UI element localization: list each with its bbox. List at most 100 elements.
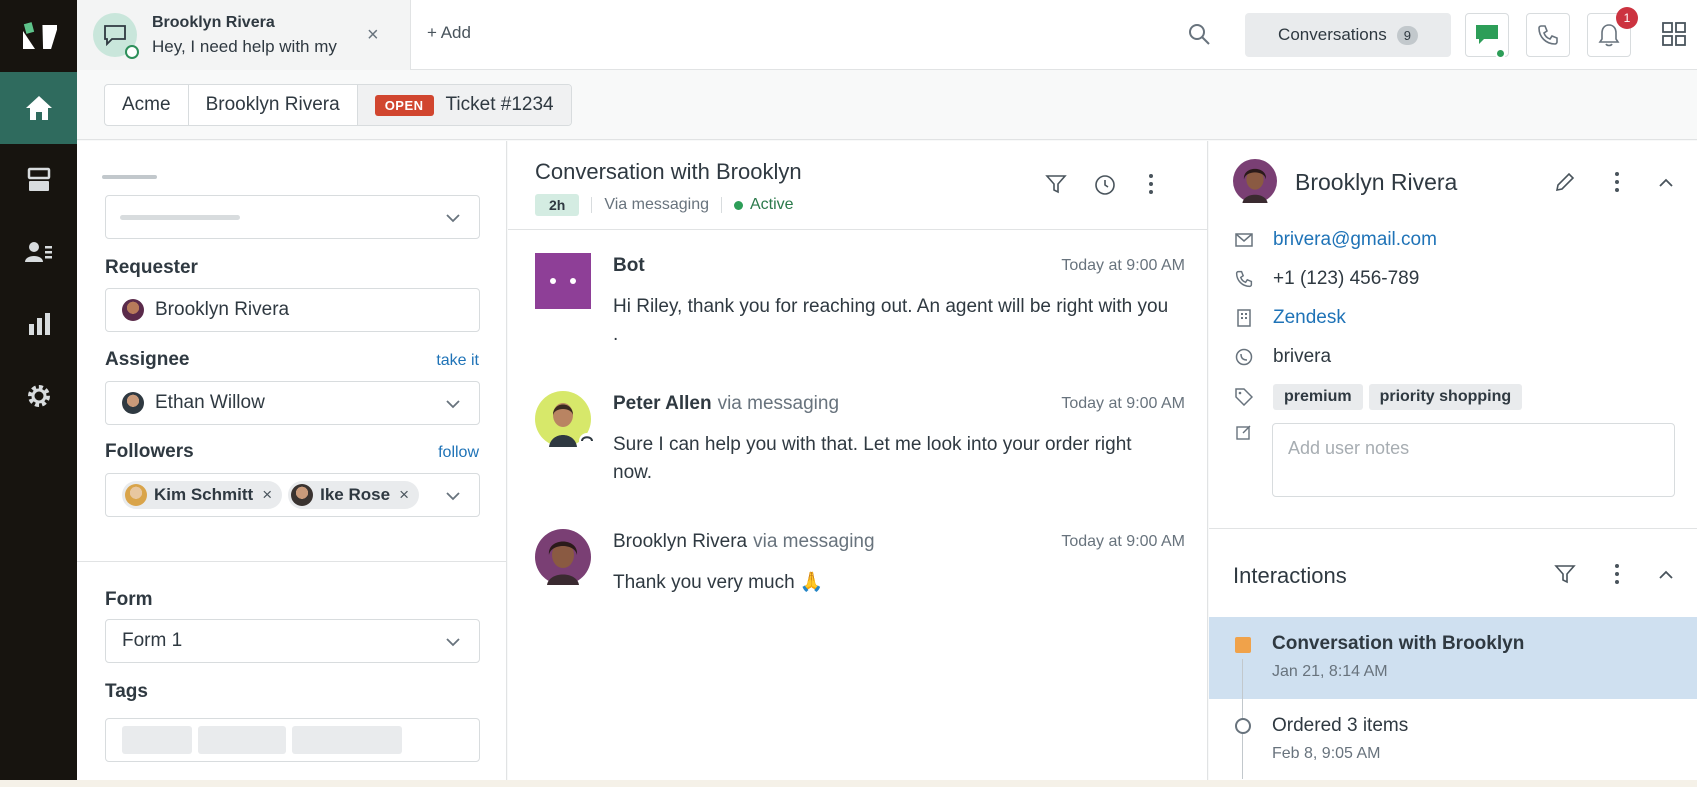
assignee-label: Assignee — [105, 349, 190, 370]
nav-settings[interactable] — [0, 360, 77, 432]
user-profile-panel: Brooklyn Rivera brivera@gmail.com +1 (12… — [1209, 141, 1697, 780]
form-label: Form — [105, 589, 153, 610]
chevron-down-icon — [446, 492, 460, 501]
interaction-title: Conversation with Brooklyn — [1272, 633, 1525, 654]
chevron-up-icon[interactable] — [1658, 567, 1674, 583]
user-tag[interactable]: priority shopping — [1368, 384, 1523, 410]
settings-icon — [27, 385, 50, 407]
followers-label: Followers — [105, 441, 194, 462]
order-marker-icon — [1235, 718, 1251, 734]
chat-bubble-icon — [104, 25, 126, 46]
edit-pencil-icon[interactable] — [1554, 171, 1576, 193]
messaging-status-button[interactable] — [1465, 13, 1509, 59]
mail-icon — [1233, 233, 1255, 247]
sender-name: Bot — [613, 255, 645, 276]
chevron-up-icon[interactable] — [1658, 175, 1674, 191]
nav-reporting[interactable] — [0, 288, 77, 360]
message-sender: Peter Allen via messaging — [613, 393, 839, 415]
user-email-row: brivera@gmail.com — [1233, 229, 1437, 251]
interaction-date: Jan 21, 8:14 AM — [1272, 663, 1388, 680]
breadcrumb-requester[interactable]: Brooklyn Rivera — [189, 85, 358, 125]
sender-channel: via messaging — [753, 531, 875, 552]
elapsed-time-chip: 2h — [535, 194, 580, 216]
tags-label: Tags — [105, 681, 148, 702]
zendesk-logo-icon[interactable] — [0, 0, 77, 72]
history-icon[interactable] — [1093, 173, 1117, 197]
interactions-title: Interactions — [1233, 563, 1347, 588]
conversations-count-badge: 9 — [1396, 25, 1418, 45]
conversation-tab[interactable]: Brooklyn Rivera Hey, I need help with my… — [77, 0, 411, 70]
form-select[interactable]: Form 1 — [105, 619, 480, 663]
more-options-icon[interactable] — [1614, 563, 1620, 585]
interaction-item[interactable]: Ordered 3 items Feb 8, 9:05 AM — [1209, 699, 1697, 781]
conversations-button[interactable]: Conversations 9 — [1245, 13, 1451, 57]
follow-link[interactable]: follow — [438, 444, 479, 462]
user-email-link[interactable]: brivera@gmail.com — [1273, 229, 1437, 251]
nav-views[interactable] — [0, 144, 77, 216]
nav-customers[interactable] — [0, 216, 77, 288]
online-indicator — [125, 45, 139, 59]
message-item: Brooklyn Rivera via messaging Today at 9:… — [535, 529, 1185, 609]
take-it-link[interactable]: take it — [436, 352, 479, 370]
user-notes-textarea[interactable]: Add user notes — [1272, 423, 1675, 497]
phone-button[interactable] — [1526, 13, 1570, 57]
sender-name: Peter Allen — [613, 393, 712, 414]
nav-home[interactable] — [0, 72, 77, 144]
bottom-strip — [0, 780, 1697, 787]
tab-message-preview: Hey, I need help with my — [152, 37, 337, 56]
tag-placeholder — [122, 726, 192, 754]
more-options-icon[interactable] — [1148, 173, 1154, 195]
message-timestamp: Today at 9:00 AM — [1061, 395, 1185, 412]
search-icon[interactable] — [1187, 22, 1211, 46]
notifications-button[interactable]: 1 — [1587, 7, 1638, 57]
filter-icon[interactable] — [1554, 563, 1576, 585]
bell-icon — [1598, 24, 1620, 47]
follower-name: Kim Schmitt — [154, 485, 254, 504]
chevron-down-icon — [446, 638, 460, 647]
user-phone: +1 (123) 456-789 — [1273, 268, 1420, 289]
tags-field[interactable] — [105, 718, 480, 762]
ticket-number: Ticket #1234 — [445, 94, 554, 115]
requester-value: Brooklyn Rivera — [155, 299, 290, 320]
user-whatsapp-row: brivera — [1233, 346, 1331, 368]
avatar — [125, 484, 147, 506]
filter-icon[interactable] — [1045, 173, 1067, 195]
building-icon — [1233, 309, 1255, 327]
avatar — [122, 392, 144, 414]
breadcrumb-ticket[interactable]: OPEN Ticket #1234 — [357, 85, 571, 125]
whatsapp-icon — [1233, 348, 1255, 366]
breadcrumb-org[interactable]: Acme — [105, 85, 189, 125]
home-icon — [25, 96, 52, 120]
conversation-marker-icon — [1235, 637, 1251, 653]
channel-label: Via messaging — [604, 196, 709, 213]
tag-placeholder — [292, 726, 402, 754]
followers-field[interactable]: Kim Schmitt × Ike Rose × — [105, 473, 480, 517]
left-nav — [0, 0, 77, 780]
notification-count-badge: 1 — [1616, 7, 1638, 29]
status-badge: OPEN — [374, 94, 434, 116]
follower-pill[interactable]: Kim Schmitt × — [122, 481, 283, 509]
brand-select[interactable] — [105, 195, 480, 239]
add-tab-button[interactable]: + Add — [427, 23, 471, 43]
user-tag[interactable]: premium — [1273, 384, 1363, 410]
user-phone-row: +1 (123) 456-789 — [1233, 268, 1419, 290]
tag-icon — [1233, 388, 1255, 406]
requester-field[interactable]: Brooklyn Rivera — [105, 288, 480, 332]
remove-icon[interactable]: × — [399, 485, 409, 505]
close-tab-icon[interactable]: × — [367, 24, 379, 47]
top-bar: Brooklyn Rivera Hey, I need help with my… — [77, 0, 1697, 70]
remove-icon[interactable]: × — [262, 485, 272, 505]
more-options-icon[interactable] — [1614, 171, 1620, 193]
interaction-item[interactable]: Conversation with Brooklyn Jan 21, 8:14 … — [1209, 617, 1697, 699]
section-placeholder-bar — [102, 175, 157, 179]
agent-avatar — [535, 391, 595, 449]
avatar — [1233, 159, 1277, 203]
separator — [591, 197, 593, 213]
apps-grid-icon[interactable] — [1662, 22, 1686, 46]
divider — [77, 561, 507, 562]
conversation-header: Conversation with Brooklyn 2h Via messag… — [508, 141, 1208, 230]
follower-pill[interactable]: Ike Rose × — [288, 481, 419, 509]
assignee-select[interactable]: Ethan Willow — [105, 381, 480, 425]
user-org-link[interactable]: Zendesk — [1273, 307, 1346, 329]
user-name: Brooklyn Rivera — [1295, 169, 1458, 195]
